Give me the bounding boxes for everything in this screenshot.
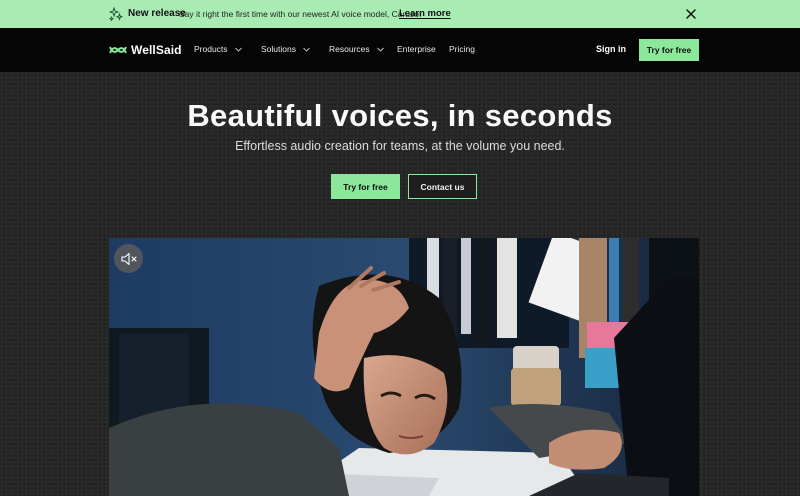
try-free-button[interactable]: Try for free	[331, 174, 400, 199]
announcement-bar: New release Say it right the first time …	[0, 0, 800, 28]
hero-title: Beautiful voices, in seconds	[187, 98, 613, 133]
chevron-down-icon	[234, 47, 242, 52]
contact-us-button[interactable]: Contact us	[408, 174, 477, 199]
nav-item-label: Enterprise	[397, 44, 436, 54]
hero-video[interactable]	[109, 238, 699, 496]
video-frame	[109, 238, 699, 496]
mute-button[interactable]	[114, 244, 143, 273]
sparkle-icon	[109, 7, 123, 21]
top-nav: WellSaid Products Solutions Resources En…	[0, 28, 800, 72]
nav-item-products[interactable]: Products	[194, 44, 242, 54]
wellsaid-logo-icon	[109, 46, 127, 54]
release-tag: New release	[128, 8, 186, 19]
brand-name: WellSaid	[131, 43, 182, 57]
chevron-down-icon	[303, 47, 310, 52]
sign-in-link[interactable]: Sign in	[596, 44, 626, 54]
brand-logo[interactable]: WellSaid	[109, 43, 182, 57]
chevron-down-icon	[376, 47, 384, 52]
nav-item-pricing[interactable]: Pricing	[449, 44, 475, 54]
nav-item-label: Solutions	[261, 44, 296, 54]
close-icon[interactable]	[685, 8, 697, 20]
learn-more-link[interactable]: Learn more	[399, 8, 451, 19]
nav-item-label: Products	[194, 44, 228, 54]
nav-item-enterprise[interactable]: Enterprise	[397, 44, 436, 54]
hero-subtitle: Effortless audio creation for teams, at …	[235, 139, 565, 153]
nav-item-label: Resources	[329, 44, 370, 54]
speaker-muted-icon	[120, 252, 137, 265]
nav-item-resources[interactable]: Resources	[329, 44, 384, 54]
nav-item-solutions[interactable]: Solutions	[261, 44, 310, 54]
announcement-message: Say it right the first time with our new…	[179, 9, 422, 19]
nav-item-label: Pricing	[449, 44, 475, 54]
nav-try-free-button[interactable]: Try for free	[639, 39, 699, 61]
